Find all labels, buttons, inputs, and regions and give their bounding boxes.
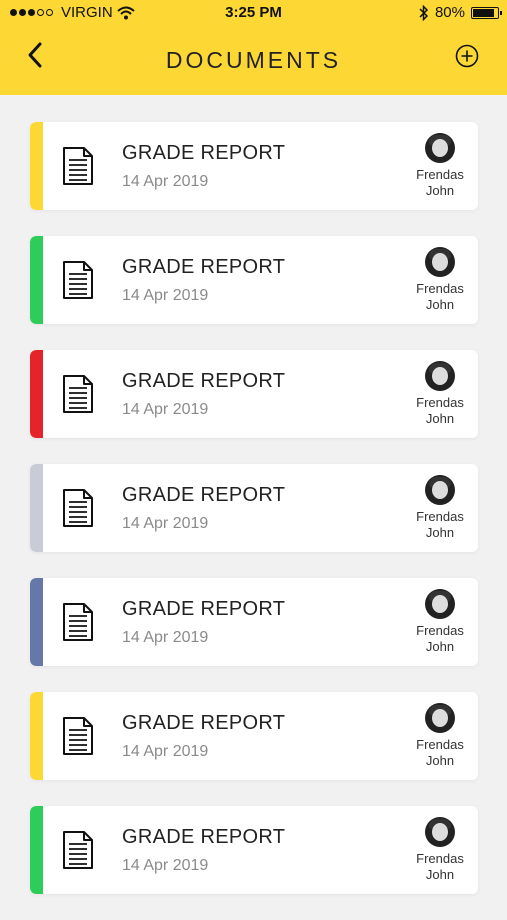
document-title: GRADE REPORT bbox=[122, 370, 286, 392]
document-card[interactable]: GRADE REPORT 14 Apr 2019 Frendas John bbox=[30, 692, 478, 780]
owner-last-name: John bbox=[425, 867, 455, 882]
owner-first-name: Frendas bbox=[416, 167, 464, 182]
category-color-strip bbox=[30, 122, 43, 210]
owner-first-name: Frendas bbox=[416, 281, 464, 296]
category-color-strip bbox=[30, 236, 43, 324]
owner-last-name: John bbox=[425, 297, 455, 312]
document-title: GRADE REPORT bbox=[122, 598, 286, 620]
document-title: GRADE REPORT bbox=[122, 256, 286, 278]
avatar bbox=[425, 475, 455, 505]
document-card[interactable]: GRADE REPORT 14 Apr 2019 Frendas John bbox=[30, 236, 478, 324]
document-date: 14 Apr 2019 bbox=[122, 515, 209, 532]
document-date: 14 Apr 2019 bbox=[122, 743, 209, 760]
owner-first-name: Frendas bbox=[416, 623, 464, 638]
owner-first-name: Frendas bbox=[416, 737, 464, 752]
document-list: GRADE REPORT 14 Apr 2019 Frendas John GR… bbox=[30, 122, 478, 920]
document-owner: Frendas John bbox=[408, 247, 472, 313]
avatar bbox=[425, 817, 455, 847]
avatar bbox=[425, 133, 455, 163]
document-icon bbox=[63, 375, 93, 413]
document-date: 14 Apr 2019 bbox=[122, 287, 209, 304]
document-icon bbox=[63, 603, 93, 641]
document-card[interactable]: GRADE REPORT 14 Apr 2019 Frendas John bbox=[30, 806, 478, 894]
document-card[interactable]: GRADE REPORT 14 Apr 2019 Frendas John bbox=[30, 350, 478, 438]
plus-circle-icon[interactable] bbox=[455, 44, 479, 68]
battery-percent: 80% bbox=[434, 4, 465, 21]
document-date: 14 Apr 2019 bbox=[122, 629, 209, 646]
app-header: VIRGIN 3:25 PM 80% DOCUMENTS bbox=[0, 0, 507, 95]
owner-last-name: John bbox=[425, 525, 455, 540]
document-owner: Frendas John bbox=[408, 703, 472, 769]
document-owner: Frendas John bbox=[408, 817, 472, 883]
battery-icon bbox=[471, 6, 502, 19]
category-color-strip bbox=[30, 464, 43, 552]
document-title: GRADE REPORT bbox=[122, 484, 286, 506]
document-card[interactable]: GRADE REPORT 14 Apr 2019 Frendas John bbox=[30, 578, 478, 666]
document-icon bbox=[63, 147, 93, 185]
document-date: 14 Apr 2019 bbox=[122, 857, 209, 874]
document-owner: Frendas John bbox=[408, 475, 472, 541]
document-icon bbox=[63, 717, 93, 755]
document-card[interactable]: GRADE REPORT 14 Apr 2019 Frendas John bbox=[30, 464, 478, 552]
document-owner: Frendas John bbox=[408, 133, 472, 199]
avatar bbox=[425, 247, 455, 277]
owner-last-name: John bbox=[425, 753, 455, 768]
owner-last-name: John bbox=[425, 639, 455, 654]
owner-last-name: John bbox=[425, 411, 455, 426]
owner-first-name: Frendas bbox=[416, 851, 464, 866]
avatar bbox=[425, 361, 455, 391]
owner-first-name: Frendas bbox=[416, 395, 464, 410]
document-date: 14 Apr 2019 bbox=[122, 173, 209, 190]
avatar bbox=[425, 703, 455, 733]
nav-bar: DOCUMENTS bbox=[0, 26, 507, 95]
page-title: DOCUMENTS bbox=[165, 47, 342, 73]
document-title: GRADE REPORT bbox=[122, 826, 286, 848]
owner-first-name: Frendas bbox=[416, 509, 464, 524]
document-title: GRADE REPORT bbox=[122, 142, 286, 164]
document-date: 14 Apr 2019 bbox=[122, 401, 209, 418]
category-color-strip bbox=[30, 692, 43, 780]
category-color-strip bbox=[30, 578, 43, 666]
category-color-strip bbox=[30, 350, 43, 438]
document-owner: Frendas John bbox=[408, 361, 472, 427]
status-right: 80% bbox=[419, 4, 502, 21]
status-bar: VIRGIN 3:25 PM 80% bbox=[0, 0, 507, 26]
category-color-strip bbox=[30, 806, 43, 894]
document-owner: Frendas John bbox=[408, 589, 472, 655]
document-icon bbox=[63, 261, 93, 299]
avatar bbox=[425, 589, 455, 619]
document-card[interactable]: GRADE REPORT 14 Apr 2019 Frendas John bbox=[30, 122, 478, 210]
owner-last-name: John bbox=[425, 183, 455, 198]
document-title: GRADE REPORT bbox=[122, 712, 286, 734]
document-icon bbox=[63, 489, 93, 527]
bluetooth-icon bbox=[419, 4, 429, 21]
document-icon bbox=[63, 831, 93, 869]
